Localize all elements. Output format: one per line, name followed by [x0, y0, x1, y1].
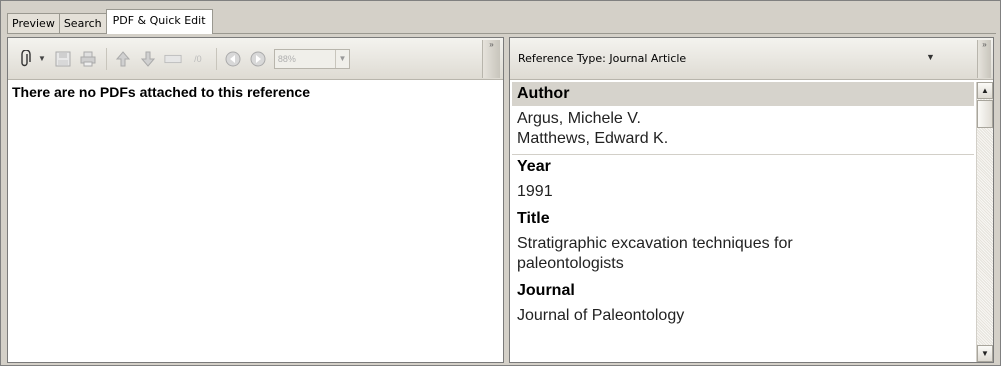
field-label[interactable]: Title	[512, 207, 974, 231]
reference-type-label[interactable]: Reference Type: Journal Article	[518, 52, 686, 65]
paperclip-icon[interactable]	[16, 49, 34, 68]
vertical-scrollbar[interactable]: ▲ ▼	[976, 82, 993, 362]
author-line: Matthews, Edward K.	[517, 130, 669, 147]
journal-line: Journal of Paleontology	[517, 307, 685, 324]
chevron-down-icon[interactable]: ▼	[926, 52, 935, 62]
first-page-icon[interactable]	[114, 50, 132, 68]
field-title: Title Stratigraphic excavation technique…	[512, 207, 974, 279]
title-line: Stratigraphic excavation techniques for	[517, 235, 793, 252]
last-page-icon[interactable]	[139, 50, 157, 68]
chevron-down-icon[interactable]: ▼	[38, 54, 46, 63]
chevron-down-icon: ▼	[334, 49, 349, 68]
field-label[interactable]: Year	[512, 155, 974, 179]
tab-bar: Preview Search PDF & Quick Edit	[7, 9, 213, 34]
reference-fields: Author Argus, Michele V. Matthews, Edwar…	[512, 82, 974, 362]
field-value[interactable]: Stratigraphic excavation techniques for …	[512, 231, 974, 279]
year-line: 1991	[517, 183, 553, 200]
previous-icon[interactable]	[224, 50, 242, 68]
page-count-icon: /0	[194, 53, 202, 64]
no-pdf-message: There are no PDFs attached to this refer…	[12, 84, 310, 100]
field-value[interactable]: Journal of Paleontology	[512, 303, 974, 331]
zoom-value: 88%	[277, 53, 296, 64]
pdf-toolbar: ▼ /0 88% ▼ »	[8, 38, 503, 80]
scroll-up-icon[interactable]: ▲	[977, 82, 993, 99]
author-line: Argus, Michele V.	[517, 110, 641, 127]
tab-pdf-quick-edit[interactable]: PDF & Quick Edit	[105, 9, 213, 34]
toolbar-separator	[215, 47, 217, 70]
pdf-pane: ▼ /0 88% ▼ » There are no PDFs attached …	[7, 37, 504, 363]
field-author: Author Argus, Michele V. Matthews, Edwar…	[512, 82, 974, 155]
print-icon[interactable]	[79, 50, 97, 68]
scroll-thumb[interactable]	[977, 100, 993, 128]
save-icon[interactable]	[54, 50, 72, 68]
field-journal: Journal Journal of Paleontology	[512, 279, 974, 331]
toolbar-overflow-grip[interactable]: »	[977, 40, 991, 78]
quick-edit-pane: Reference Type: Journal Article ▼ » Auth…	[509, 37, 994, 363]
field-value[interactable]: Argus, Michele V. Matthews, Edward K.	[512, 106, 974, 155]
field-year: Year 1991	[512, 155, 974, 207]
title-line: paleontologists	[517, 255, 624, 272]
next-icon[interactable]	[249, 50, 267, 68]
tab-preview[interactable]: Preview	[7, 13, 60, 34]
window-frame: Preview Search PDF & Quick Edit ▼ /0 88%…	[0, 0, 1001, 366]
field-value[interactable]: 1991	[512, 179, 974, 207]
tab-search[interactable]: Search	[58, 13, 107, 34]
field-label[interactable]: Journal	[512, 279, 974, 303]
toolbar-overflow-grip[interactable]: »	[482, 40, 500, 78]
reference-type-bar: Reference Type: Journal Article ▼ »	[510, 38, 993, 80]
scroll-down-icon[interactable]: ▼	[977, 345, 993, 362]
toolbar-separator	[105, 47, 107, 70]
page-number-icon	[164, 50, 182, 68]
zoom-select[interactable]: 88% ▼	[273, 48, 350, 69]
field-label[interactable]: Author	[512, 82, 974, 106]
